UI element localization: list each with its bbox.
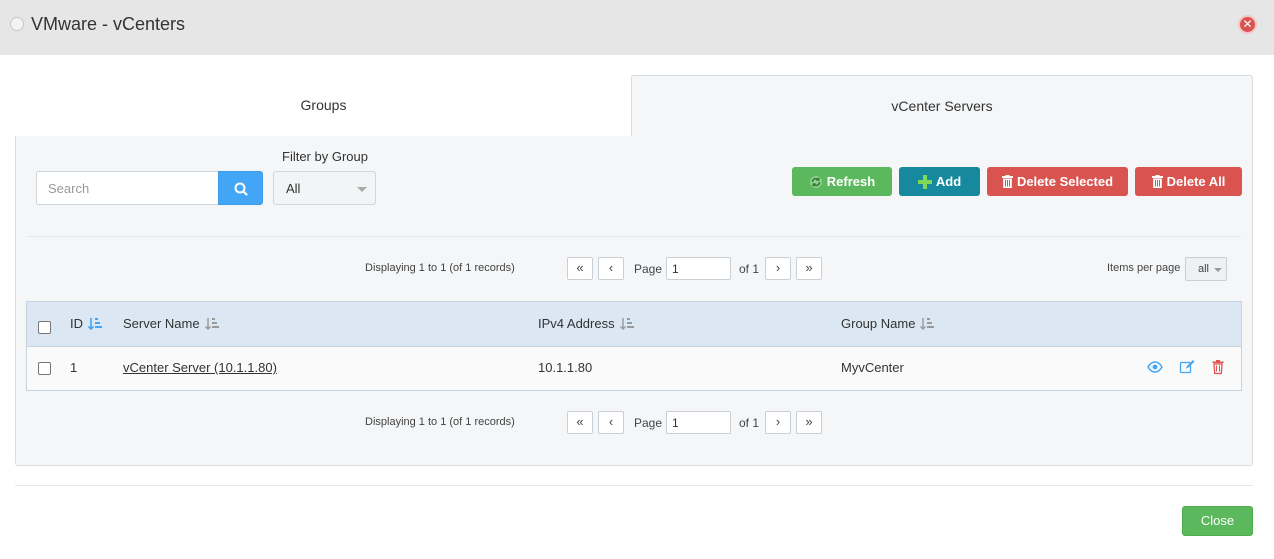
filter-selected-value: All [286,181,301,196]
last-page-button[interactable]: » [796,257,822,280]
column-header-group-name[interactable]: Group Name [841,316,935,331]
page-label: Page [634,262,663,276]
dialog-title: VMware - vCenters [31,14,186,34]
items-per-page-label: Items per page [1107,262,1181,274]
divider [27,236,1241,237]
prev-page-button[interactable]: ‹ [598,411,624,434]
column-header-server-name[interactable]: Server Name [123,316,219,331]
items-per-page-value: all [1198,263,1210,275]
page-number-input[interactable] [666,411,731,434]
page-of-label: of 1 [739,416,760,430]
delete-all-label: Delete All [1166,174,1226,189]
search-button[interactable] [218,171,263,205]
close-icon[interactable]: ✕ [1238,15,1257,34]
chevron-down-icon [357,187,367,192]
prev-page-button[interactable]: ‹ [598,257,624,280]
window-icon [10,17,24,31]
last-page-button[interactable]: » [796,411,822,434]
group-filter-select[interactable]: All [273,171,376,205]
plus-icon [917,174,932,189]
server-name-link[interactable]: vCenter Server (10.1.1.80) [123,360,277,375]
cell-ipv4: 10.1.1.80 [538,360,593,375]
items-per-page-select[interactable]: all [1185,257,1227,281]
edit-icon[interactable] [1179,359,1195,375]
row-checkbox[interactable] [38,362,51,375]
next-page-button[interactable]: › [765,257,791,280]
refresh-label: Refresh [826,174,876,189]
refresh-icon [809,175,822,188]
delete-all-button[interactable]: Delete All [1135,167,1242,196]
table-header: ID Server Name IPv4 Address Group Name [27,302,1241,347]
cell-group-name: MyvCenter [841,360,904,375]
search-input[interactable] [36,171,219,205]
first-page-button[interactable]: « [567,411,593,434]
delete-selected-label: Delete Selected [1016,174,1114,189]
tab-groups[interactable]: Groups [15,75,632,137]
add-button[interactable]: Add [899,167,980,196]
pagination-summary: Displaying 1 to 1 (of 1 records) [365,416,515,428]
refresh-button[interactable]: Refresh [792,167,892,196]
table-row: 1 vCenter Server (10.1.1.80) 10.1.1.80 M… [27,347,1241,390]
sort-icon [88,317,102,330]
footer-divider [15,485,1253,486]
trash-icon [1151,175,1163,188]
delete-icon[interactable] [1210,359,1226,375]
delete-selected-button[interactable]: Delete Selected [987,167,1128,196]
pagination-summary: Displaying 1 to 1 (of 1 records) [365,262,515,274]
sort-icon [920,317,935,330]
select-all-checkbox[interactable] [38,321,51,334]
dialog-titlebar: VMware - vCenters ✕ [0,0,1274,55]
first-page-button[interactable]: « [567,257,593,280]
add-label: Add [935,174,962,189]
vcenter-table: ID Server Name IPv4 Address Group Name 1… [26,301,1242,391]
view-icon[interactable] [1147,359,1163,375]
column-header-ipv4-address[interactable]: IPv4 Address [538,316,634,331]
page-of-label: of 1 [739,262,760,276]
sort-icon [204,317,219,330]
chevron-down-icon [1214,268,1222,272]
cell-id: 1 [70,360,78,375]
page-number-input[interactable] [666,257,731,280]
trash-icon [1001,175,1013,188]
search-icon [234,182,248,196]
page-label: Page [634,416,663,430]
column-header-id[interactable]: ID [70,316,102,331]
sort-icon [619,317,634,330]
filter-label: Filter by Group [282,149,368,164]
tab-vcenter-servers[interactable]: vCenter Servers [631,75,1253,137]
close-button[interactable]: Close [1182,506,1253,536]
next-page-button[interactable]: › [765,411,791,434]
